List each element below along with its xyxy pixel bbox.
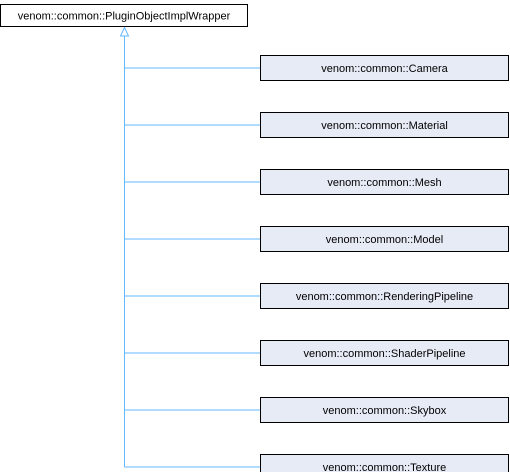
derived-class-node[interactable]: venom::common::Skybox bbox=[260, 397, 509, 423]
derived-class-label: venom::common::Model bbox=[326, 234, 443, 246]
derived-class-nodes: venom::common::Cameravenom::common::Mate… bbox=[260, 55, 509, 472]
derived-class-label: venom::common::Mesh bbox=[327, 177, 441, 189]
derived-class-label: venom::common::RenderingPipeline bbox=[296, 291, 473, 303]
derived-class-node[interactable]: venom::common::RenderingPipeline bbox=[260, 283, 509, 309]
derived-class-node[interactable]: venom::common::Mesh bbox=[260, 169, 509, 195]
base-class-label: venom::common::PluginObjectImplWrapper bbox=[18, 11, 231, 23]
inheritance-edges bbox=[119, 26, 261, 468]
derived-class-node[interactable]: venom::common::Texture bbox=[260, 454, 509, 472]
derived-class-label: venom::common::Texture bbox=[323, 462, 447, 472]
base-class-node[interactable]: venom::common::PluginObjectImplWrapper bbox=[0, 4, 248, 27]
derived-class-label: venom::common::ShaderPipeline bbox=[303, 348, 465, 360]
derived-class-label: venom::common::Camera bbox=[321, 63, 448, 75]
derived-class-node[interactable]: venom::common::Camera bbox=[260, 55, 509, 81]
inheritance-arrowhead bbox=[119, 26, 130, 37]
derived-class-node[interactable]: venom::common::Model bbox=[260, 226, 509, 252]
inheritance-diagram: venom::common::PluginObjectImplWrapper v… bbox=[0, 4, 509, 472]
derived-class-label: venom::common::Skybox bbox=[323, 405, 447, 417]
derived-class-node[interactable]: venom::common::ShaderPipeline bbox=[260, 340, 509, 366]
derived-class-node[interactable]: venom::common::Material bbox=[260, 112, 509, 138]
derived-class-label: venom::common::Material bbox=[321, 120, 448, 132]
